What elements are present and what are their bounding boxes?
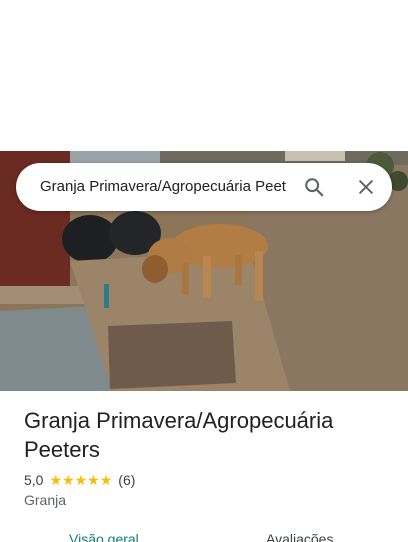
star-icon: ★ <box>49 472 63 488</box>
review-count[interactable]: (6) <box>118 472 135 488</box>
rating-stars: ★ ★ ★ ★ ★ <box>49 473 112 487</box>
star-icon: ★ <box>74 472 88 488</box>
place-category[interactable]: Granja <box>24 492 66 508</box>
search-icon <box>305 178 324 197</box>
search-input[interactable] <box>40 163 286 211</box>
search-button[interactable] <box>298 171 330 203</box>
rating-value: 5,0 <box>24 472 44 488</box>
star-icon: ★ <box>62 472 75 488</box>
close-button[interactable] <box>350 171 382 203</box>
tab-reviews[interactable]: Avaliações <box>266 530 333 542</box>
tab-overview[interactable]: Visão geral <box>69 530 139 542</box>
map-blank-area <box>0 0 408 151</box>
star-icon: ★ <box>99 472 113 488</box>
place-tabs: Visão geral Avaliações <box>0 528 408 542</box>
star-icon: ★ <box>87 472 100 488</box>
place-title: Granja Primavera/Agropecuária Peeters <box>24 408 334 462</box>
search-bar <box>16 163 392 211</box>
rating-row[interactable]: 5,0 ★ ★ ★ ★ ★ (6) <box>24 471 135 489</box>
close-icon <box>359 180 373 194</box>
